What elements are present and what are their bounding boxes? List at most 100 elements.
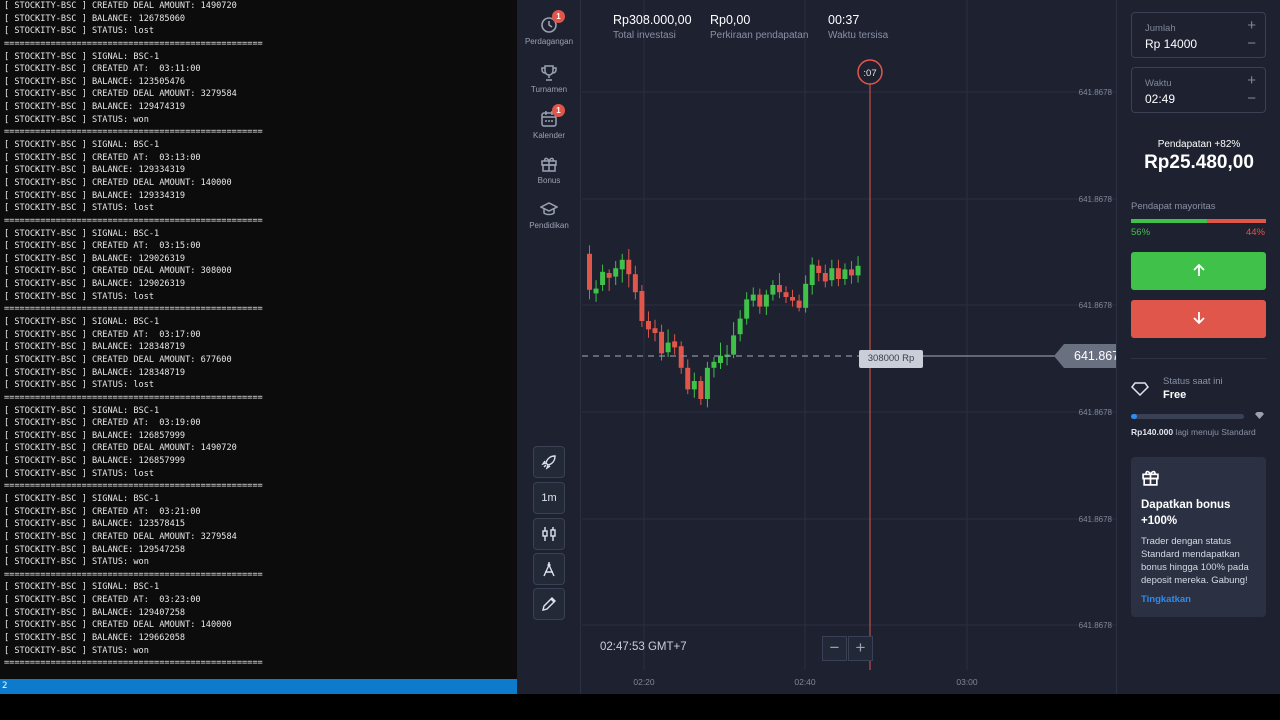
y-tick-label: 641.8678	[1079, 301, 1113, 310]
terminal-line: [ STOCKITY-BSC ] CREATED AT: 03:13:00	[4, 152, 201, 163]
candle-body	[816, 265, 822, 273]
terminal-line: [ STOCKITY-BSC ] BALANCE: 123505476	[4, 76, 186, 87]
amount-input[interactable]: Jumlah Rp 14000 + −	[1131, 12, 1266, 58]
candle-body	[757, 294, 763, 307]
current-price-tag: 641.8677745150	[1054, 344, 1116, 368]
bottom-strip	[0, 694, 1280, 720]
indicators-button[interactable]	[533, 518, 565, 550]
time-input[interactable]: Waktu 02:49 + −	[1131, 67, 1266, 113]
terminal-line: [ STOCKITY-BSC ] BALANCE: 129026319	[4, 279, 186, 290]
terminal-line: [ STOCKITY-BSC ] BALANCE: 126785060	[4, 13, 186, 24]
candle-body	[600, 271, 606, 285]
time-left-label: Waktu tersisa	[828, 30, 889, 41]
drawing-tools-button[interactable]	[533, 553, 565, 585]
sidebar-item-perdagangan[interactable]: 1 Perdagangan	[517, 10, 581, 46]
estimated-income-value: Rp0,00	[710, 13, 751, 27]
x-tick-label: 02:40	[794, 677, 816, 687]
terminal-line: [ STOCKITY-BSC ] STATUS: lost	[4, 26, 155, 37]
account-status-value: Free	[1163, 389, 1187, 401]
income-value: Rp25.480,00	[1144, 152, 1254, 173]
sidebar-item-bonus[interactable]: Bonus	[517, 155, 581, 185]
candle-body	[809, 264, 815, 285]
amount-increase-button[interactable]: +	[1247, 17, 1256, 34]
sidebar-item-label: Bonus	[537, 176, 561, 185]
majority-up-percent: 56%	[1131, 227, 1151, 238]
rocket-icon	[541, 455, 556, 470]
majority-opinion-label: Pendapat mayoritas	[1131, 201, 1216, 212]
amount-decrease-button[interactable]: −	[1247, 35, 1256, 52]
terminal-line: [ STOCKITY-BSC ] STATUS: won	[4, 114, 149, 125]
pencil-icon	[542, 597, 556, 611]
candle-body	[835, 268, 841, 279]
timeframe-button[interactable]: 1m	[533, 482, 565, 514]
candle-body	[593, 288, 599, 294]
terminal-line: ========================================…	[4, 215, 263, 226]
terminal-line: [ STOCKITY-BSC ] BALANCE: 129334319	[4, 190, 186, 201]
total-investment: Rp308.000,00 Total investasi	[613, 13, 692, 41]
gift-icon	[541, 157, 557, 172]
time-decrease-button[interactable]: −	[1247, 90, 1256, 107]
estimated-income: Rp0,00 Perkiraan pendapatan	[710, 13, 808, 41]
terminal-line: [ STOCKITY-BSC ] STATUS: lost	[4, 468, 155, 479]
status-note-amount: Rp140.000	[1131, 427, 1174, 437]
amount-value[interactable]: Rp 14000	[1145, 37, 1197, 51]
candle-body	[711, 361, 717, 368]
terminal-line: [ STOCKITY-BSC ] BALANCE: 129334319	[4, 165, 186, 176]
candlestick-chart[interactable]: 641.8678 641.8678 641.8678 641.8678 641.8678…	[582, 0, 1116, 694]
terminal-line: ========================================…	[4, 392, 263, 403]
candle-body	[659, 331, 665, 354]
terminal-line: [ STOCKITY-BSC ] CREATED AT: 03:19:00	[4, 418, 201, 429]
terminal-window: [ STOCKITY-BSC ] CREATED DEAL AMOUNT: 14…	[0, 0, 517, 694]
sidebar-item-turnamen[interactable]: Turnamen	[517, 64, 581, 94]
terminal-line: ========================================…	[4, 658, 263, 669]
terminal-line: [ STOCKITY-BSC ] BALANCE: 126857999	[4, 456, 186, 467]
zoom-out-button[interactable]: −	[822, 636, 847, 661]
time-value[interactable]: 02:49	[1145, 92, 1175, 106]
sidebar-item-pendidikan[interactable]: Pendidikan	[517, 200, 581, 230]
terminal-line: [ STOCKITY-BSC ] BALANCE: 123578415	[4, 519, 186, 530]
notification-badge: 1	[552, 104, 565, 117]
gift-icon	[1142, 470, 1159, 486]
terminal-line: ========================================…	[4, 38, 263, 49]
candle-body	[632, 274, 638, 293]
divider	[1131, 358, 1266, 359]
candle-body	[790, 297, 796, 301]
time-left: 00:37 Waktu tersisa	[828, 13, 888, 41]
terminal-line: ========================================…	[4, 304, 263, 315]
sidebar: 1 Perdagangan Turnamen 1 Kalender Bonus …	[517, 0, 581, 694]
zoom-in-button[interactable]: +	[848, 636, 873, 661]
pencil-button[interactable]	[533, 588, 565, 620]
deal-marker[interactable]: 308000 Rp	[859, 350, 923, 368]
diamond-small-icon	[1255, 412, 1264, 419]
candle-body	[691, 381, 697, 390]
status-progress-note: Rp140.000 lagi menuju Standard	[1131, 427, 1256, 437]
upgrade-link[interactable]: Tingkatkan	[1141, 594, 1191, 605]
estimated-income-label: Perkiraan pendapatan	[710, 30, 809, 41]
x-tick-label: 02:20	[633, 677, 655, 687]
terminal-line: [ STOCKITY-BSC ] CREATED AT: 03:21:00	[4, 506, 201, 517]
time-left-value: 00:37	[828, 13, 860, 27]
terminal-line: [ STOCKITY-BSC ] BALANCE: 128348719	[4, 367, 186, 378]
candle-body	[803, 283, 809, 308]
sell-down-button[interactable]	[1131, 300, 1266, 338]
sidebar-item-kalender[interactable]: 1 Kalender	[517, 104, 581, 140]
candle-body	[645, 321, 651, 330]
amount-label: Jumlah	[1145, 23, 1176, 34]
terminal-line: [ STOCKITY-BSC ] CREATED DEAL AMOUNT: 30…	[4, 266, 232, 277]
candle-body	[842, 269, 848, 279]
buy-up-button[interactable]	[1131, 252, 1266, 290]
time-increase-button[interactable]: +	[1247, 72, 1256, 89]
terminal-line: [ STOCKITY-BSC ] CREATED DEAL AMOUNT: 32…	[4, 89, 237, 100]
terminal-line: [ STOCKITY-BSC ] SIGNAL: BSC-1	[4, 228, 160, 239]
candle-body	[606, 273, 612, 278]
diamond-icon	[1131, 382, 1149, 396]
candle-body	[619, 259, 625, 270]
terminal-output: [ STOCKITY-BSC ] CREATED DEAL AMOUNT: 14…	[4, 0, 263, 670]
price-chart[interactable]: 641.8678 641.8678 641.8678 641.8678 641.8678…	[582, 0, 1116, 694]
candle-body	[626, 259, 632, 275]
trading-platform: 1 Perdagangan Turnamen 1 Kalender Bonus …	[517, 0, 1280, 694]
terminal-line: [ STOCKITY-BSC ] SIGNAL: BSC-1	[4, 51, 160, 62]
sidebar-item-label: Kalender	[532, 131, 566, 140]
y-tick-label: 641.8678	[1079, 195, 1113, 204]
rocket-button[interactable]	[533, 446, 565, 478]
